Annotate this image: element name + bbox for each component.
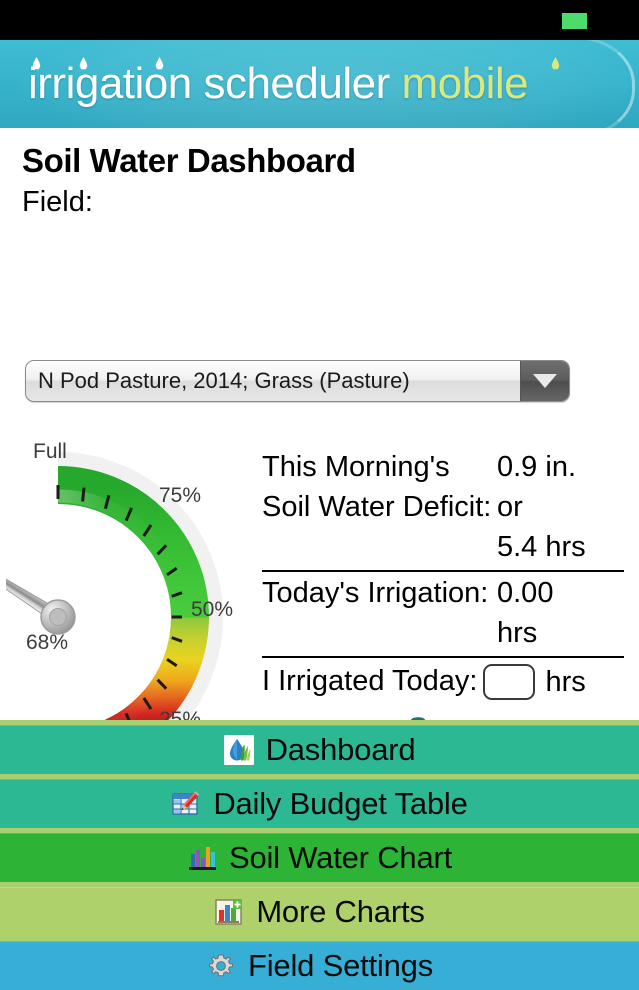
field-label: Field: <box>22 186 93 218</box>
gauge-tick-label-50: 50% <box>191 598 234 621</box>
nav-item-field-settings[interactable]: Field Settings <box>0 941 639 990</box>
todays-irrigation-value: 0.00 hrs <box>497 577 554 650</box>
field-select-value: N Pod Pasture, 2014; Grass (Pasture) <box>38 368 410 393</box>
nav-item-daily-budget-table[interactable]: Daily Budget Table <box>0 779 639 828</box>
deficit-label: This Morning's Soil Water Deficit: <box>262 451 492 524</box>
status-bar <box>0 0 639 40</box>
table-row: Today's Irrigation: 0.00 hrs <box>262 572 624 659</box>
todays-irrigation-label: Today's Irrigation: <box>262 577 489 610</box>
soil-water-gauge: Full Dead 75% 50% 25% 68% <box>6 428 256 720</box>
nav-label: Soil Water Chart <box>228 840 453 875</box>
gauge-svg <box>6 452 223 720</box>
nav-item-dashboard[interactable]: Dashboard <box>0 725 639 774</box>
nav-label: Field Settings <box>247 948 434 983</box>
nav-item-more-charts[interactable]: More Charts <box>0 887 639 936</box>
gauge-tick-label-75: 75% <box>159 484 202 507</box>
save-row: Save <box>262 706 624 720</box>
deficit-value: 0.9 in. or 5.4 hrs <box>497 451 586 564</box>
main-content: Soil Water Dashboard Field: N Pod Pastur… <box>0 128 639 720</box>
recording-indicator <box>562 13 587 29</box>
nav-label: Daily Budget Table <box>213 786 468 821</box>
table-pencil-icon <box>171 789 201 819</box>
irrigated-hours-unit: hrs <box>545 665 586 698</box>
water-drop-grass-icon <box>223 734 254 765</box>
bottom-navigation: Dashboard Daily Budget Table Soil Water … <box>0 720 639 990</box>
save-button[interactable]: Save <box>408 712 478 720</box>
bar-chart-icon <box>187 843 217 873</box>
nav-label: Dashboard <box>265 732 416 767</box>
chart-plus-icon <box>214 897 244 927</box>
page-title: Soil Water Dashboard <box>22 142 356 179</box>
app-banner: irrigation scheduler mobile <box>0 40 639 128</box>
droplet-dot-icon <box>551 57 560 70</box>
banner-arc-decoration <box>562 40 635 128</box>
chevron-down-icon <box>533 374 557 388</box>
gear-icon <box>206 951 236 981</box>
app-title-secondary: mobile <box>401 59 529 108</box>
table-row: This Morning's Soil Water Deficit: 0.9 i… <box>262 446 624 573</box>
nav-label: More Charts <box>256 894 425 929</box>
gauge-tick-label-25: 25% <box>159 708 202 720</box>
field-select[interactable]: N Pod Pasture, 2014; Grass (Pasture) <box>25 360 570 402</box>
gauge-label-full: Full <box>33 440 67 463</box>
app-title: irrigation scheduler mobile <box>28 59 529 108</box>
nav-item-soil-water-chart[interactable]: Soil Water Chart <box>0 833 639 882</box>
irrigated-today-row: I Irrigated Today: hrs <box>262 658 624 706</box>
soil-water-readout: This Morning's Soil Water Deficit: 0.9 i… <box>262 446 624 720</box>
irrigated-today-label: I Irrigated Today: <box>262 665 478 698</box>
gauge-value-label: 68% <box>26 631 69 654</box>
irrigated-hours-input[interactable] <box>483 664 536 701</box>
field-select-arrow-button[interactable] <box>520 361 569 401</box>
